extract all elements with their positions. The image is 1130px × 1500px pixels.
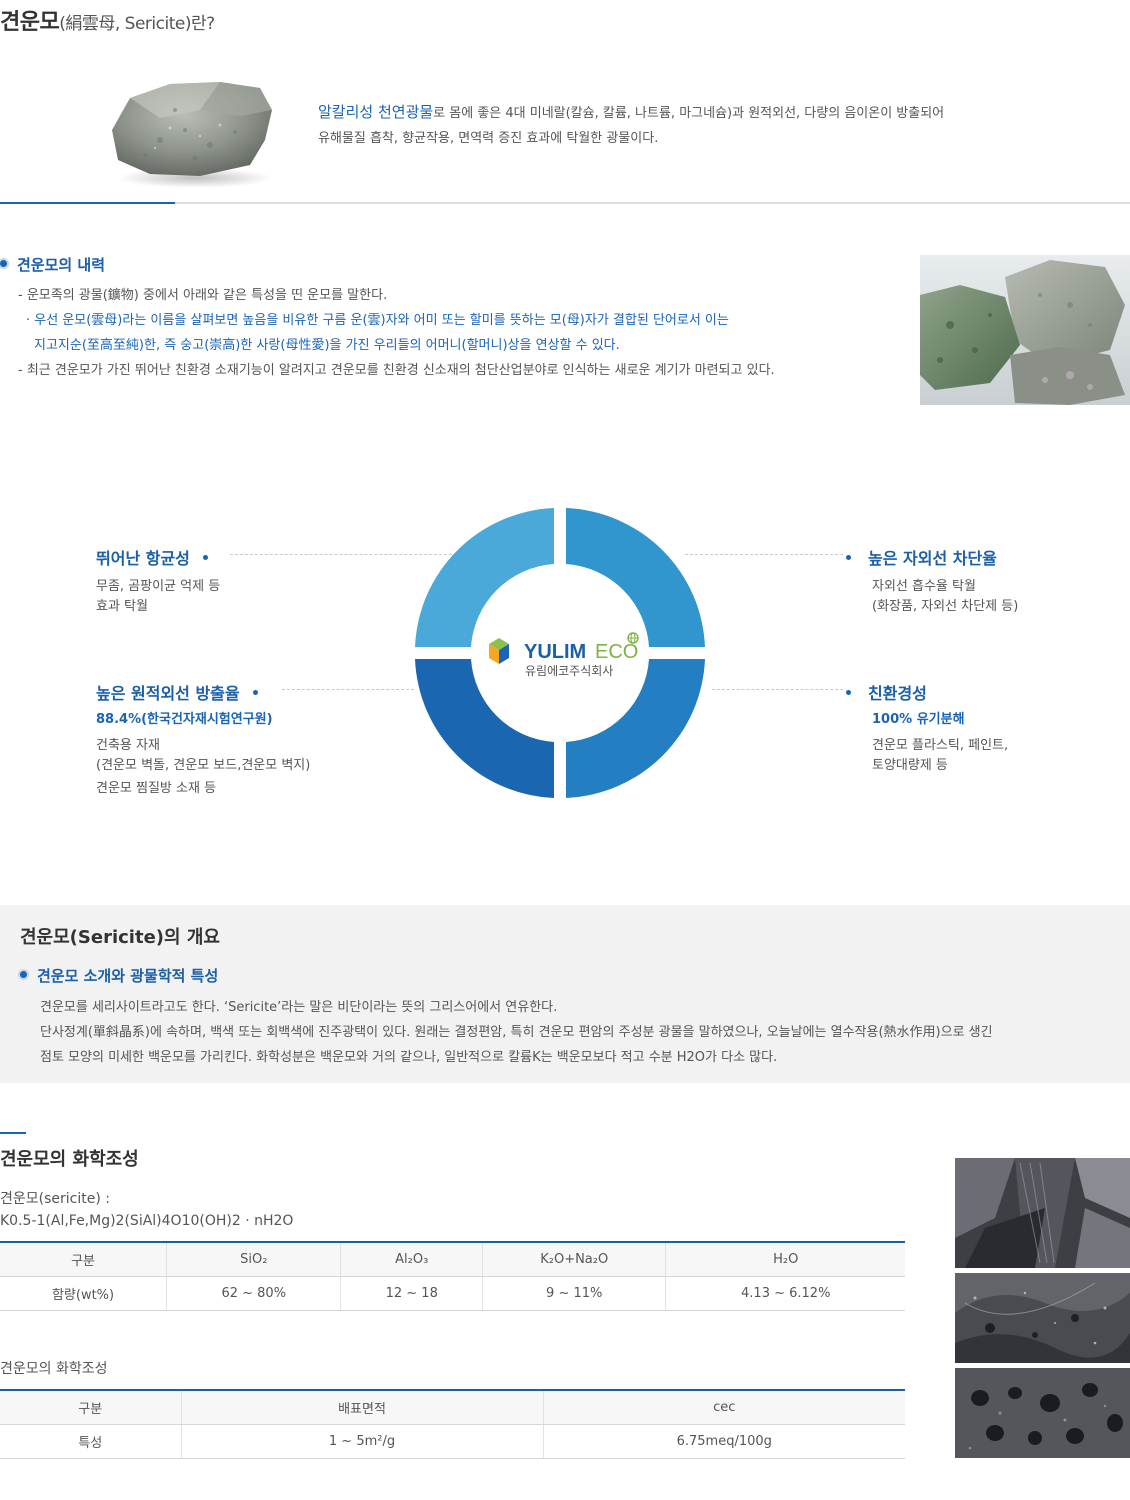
table-header-cell: 구분 xyxy=(0,1241,168,1277)
table-cell: 함량(wt%) xyxy=(0,1276,168,1311)
feature-infrared-sub: 88.4%(한국건자재시험연구원) xyxy=(96,712,273,727)
sem-micrograph-1 xyxy=(955,1158,1130,1268)
history-line-3: 지고지순(至高至純)한, 즉 숭고(崇高)한 사랑(母性愛)을 가진 우리들의 … xyxy=(34,338,620,353)
table-header-row: 구분 SiO₂ Al₂O₃ K₂O+Na₂O H₂O xyxy=(0,1241,905,1277)
overview-heading-text: 견운모 소개와 광물학적 특성 xyxy=(37,967,219,985)
table-header-cell: K₂O+Na₂O xyxy=(482,1241,667,1277)
table-row: 특성 1 ~ 5m²/g 6.75meq/100g xyxy=(0,1424,905,1459)
overview-line-3: 점토 모양의 미세한 백운모를 가리킨다. 화학성분은 백운모와 거의 같으나,… xyxy=(40,1050,778,1065)
table-header-cell: Al₂O₃ xyxy=(340,1241,483,1277)
logo-brand-a: YULIM xyxy=(524,641,586,663)
overview-line-2: 단사정계(單斜晶系)에 속하며, 백색 또는 회백색에 진주광택이 있다. 원래… xyxy=(40,1025,993,1040)
logo-brand-b: ECO xyxy=(595,641,638,663)
bullet-dot-icon xyxy=(20,971,27,978)
feature-dot-icon xyxy=(203,555,209,560)
page-title: 견운모(絹雲母, Sericite)란? xyxy=(0,4,215,36)
feature-ring-diagram: YULIM ECO 유림에코주식회사 xyxy=(415,508,705,798)
intro-paragraph: 알칼리성 천연광물로 몸에 좋은 4대 미네랄(칼슘, 칼륨, 나트륨, 마그네… xyxy=(318,100,944,151)
table-header-cell: 배표면적 xyxy=(181,1389,544,1425)
history-heading: 견운모의 내력 xyxy=(0,254,105,275)
connector-line-top-left xyxy=(230,554,452,555)
intro-line-1-rest: 로 몸에 좋은 4대 미네랄(칼슘, 칼륨, 나트륨, 마그네슘)과 원적외선,… xyxy=(433,106,945,121)
feature-uv-desc-1: 자외선 흡수율 탁월 xyxy=(872,579,976,594)
feature-infrared-desc-1: 건축용 자재 xyxy=(96,738,160,753)
table-cell: 4.13 ~ 6.12% xyxy=(665,1276,905,1311)
feature-infrared-desc-3: 견운모 찜질방 소재 등 xyxy=(96,781,217,796)
page-title-sub: (絹雲母, Sericite)란? xyxy=(59,14,215,34)
feature-antibacterial-title: 뛰어난 항균성 xyxy=(96,549,190,568)
feature-antibacterial-desc-2: 효과 탁월 xyxy=(96,599,148,614)
intro-line-2: 유해물질 흡착, 향균작용, 면역력 증진 효과에 탁월한 광물이다. xyxy=(318,131,659,146)
table-cell: 특성 xyxy=(0,1424,182,1459)
table-cell: 12 ~ 18 xyxy=(340,1276,483,1311)
feature-uv-title: 높은 자외선 차단율 xyxy=(868,549,997,568)
chem-title: 견운모의 화학조성 xyxy=(0,1149,139,1170)
cube-logo-icon xyxy=(489,638,509,664)
chemical-formula: K0.5-1(Al,Fe,Mg)2(SiAl)4O10(OH)2 · nH2O xyxy=(0,1213,294,1229)
table-header-cell: cec xyxy=(543,1389,905,1425)
feature-uv: 높은 자외선 차단율 자외선 흡수율 탁월 (화장품, 자외선 차단제 등) xyxy=(846,545,1018,617)
overview-heading: 견운모 소개와 광물학적 특성 xyxy=(20,965,218,986)
bullet-dot-icon xyxy=(0,260,7,267)
table-header-row: 구분 배표면적 cec xyxy=(0,1389,905,1425)
sem-micrograph-3 xyxy=(955,1368,1130,1458)
ring-segment-bottom-right xyxy=(566,659,705,798)
connector-line-top-right xyxy=(685,554,843,555)
table-row: 함량(wt%) 62 ~ 80% 12 ~ 18 9 ~ 11% 4.13 ~ … xyxy=(0,1276,905,1311)
formula-label: 견운모(sericite) : xyxy=(0,1191,110,1207)
feature-infrared-desc-2: (견운모 벽돌, 견운모 보드,견운모 벽지) xyxy=(96,758,311,773)
overview-title: 견운모(Sericite)의 개요 xyxy=(20,927,220,948)
history-line-4: - 최근 견운모가 가진 뛰어난 친환경 소재기능이 알려지고 견운모를 친환경… xyxy=(18,363,775,378)
intro-highlight: 알칼리성 천연광물 xyxy=(318,103,434,121)
table-cell: 6.75meq/100g xyxy=(543,1424,905,1459)
table-header-cell: 구분 xyxy=(0,1389,182,1425)
feature-eco-title: 친환경성 xyxy=(868,684,927,703)
feature-uv-desc-2: (화장품, 자외선 차단제 등) xyxy=(872,599,1019,614)
history-line-2: · 우선 운모(雲母)라는 이름을 살펴보면 높음을 비유한 구름 운(雲)자와… xyxy=(26,313,729,328)
feature-dot-icon xyxy=(846,690,851,695)
feature-dot-icon xyxy=(253,690,259,695)
feature-antibacterial-desc-1: 무좀, 곰팡이균 억제 등 xyxy=(96,579,221,594)
properties-table: 구분 배표면적 cec 특성 1 ~ 5m²/g 6.75meq/100g xyxy=(0,1389,905,1459)
history-line-1: - 운모족의 광물(鑛物) 중에서 아래와 같은 특성을 띤 운모를 말한다. xyxy=(18,288,388,303)
table-cell: 9 ~ 11% xyxy=(482,1276,667,1311)
overview-line-1: 견운모를 세리사이트라고도 한다. ‘Sericite’라는 말은 비단이라는 … xyxy=(40,1000,558,1015)
feature-dot-icon xyxy=(846,555,851,560)
feature-eco: 친환경성 100% 유기분해 견운모 플라스틱, 페인트, 토양대량제 등 xyxy=(846,680,1008,776)
sericite-rocks-photo xyxy=(920,255,1130,405)
history-heading-text: 견운모의 내력 xyxy=(17,256,106,274)
table-header-cell: H₂O xyxy=(665,1241,905,1277)
properties-table-caption: 견운모의 화학조성 xyxy=(0,1361,108,1377)
connector-line-bottom-right xyxy=(712,689,843,690)
table-cell: 1 ~ 5m²/g xyxy=(181,1424,544,1459)
intro-line-1: 알칼리성 천연광물로 몸에 좋은 4대 미네랄(칼슘, 칼륨, 나트륨, 마그네… xyxy=(318,100,944,126)
feature-eco-desc-1: 견운모 플라스틱, 페인트, xyxy=(872,738,1009,753)
table-header-cell: SiO₂ xyxy=(166,1241,342,1277)
ring-segment-bottom-left xyxy=(415,659,554,798)
feature-infrared: 높은 원적외선 방출율 88.4%(한국건자재시험연구원) 건축용 자재 (견운… xyxy=(96,680,310,799)
feature-eco-desc-2: 토양대량제 등 xyxy=(872,758,948,773)
sem-micrograph-2 xyxy=(955,1273,1130,1363)
chem-title-accent xyxy=(0,1132,26,1134)
ring-segment-top-left xyxy=(415,508,554,647)
ring-segment-top-right xyxy=(566,508,705,647)
feature-antibacterial: 뛰어난 항균성 무좀, 곰팡이균 억제 등 효과 탁월 xyxy=(96,545,220,617)
logo-company-name: 유림에코주식회사 xyxy=(525,664,613,678)
table-cell: 62 ~ 80% xyxy=(166,1276,342,1311)
sericite-rock-image xyxy=(112,82,273,188)
feature-eco-sub: 100% 유기분해 xyxy=(872,712,965,727)
composition-table: 구분 SiO₂ Al₂O₃ K₂O+Na₂O H₂O 함량(wt%) 62 ~ … xyxy=(0,1241,905,1311)
page-title-main: 견운모 xyxy=(0,10,60,35)
feature-infrared-title: 높은 원적외선 방출율 xyxy=(96,684,240,703)
section-divider-accent xyxy=(0,202,175,204)
